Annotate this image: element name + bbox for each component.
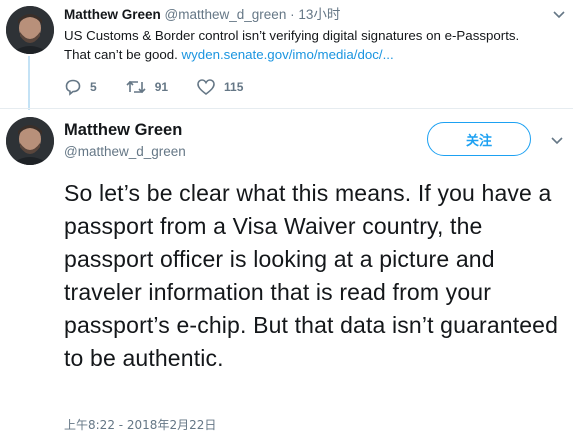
retweet-count: 91	[154, 80, 169, 94]
divider	[0, 108, 573, 109]
tweet-timestamp[interactable]: 上午8:22 - 2018年2月22日	[64, 416, 216, 433]
author-handle[interactable]: @matthew_d_green	[64, 144, 186, 159]
chevron-down-icon[interactable]	[551, 134, 563, 148]
separator: ·	[290, 7, 295, 22]
thread-line	[28, 56, 30, 110]
reply-count: 5	[90, 80, 97, 94]
follow-button[interactable]: 关注	[427, 122, 531, 156]
tweet-actions: 5 91 115	[64, 76, 271, 98]
reply-icon	[65, 79, 81, 96]
tweet-text: So let’s be clear what this means. If yo…	[64, 180, 559, 371]
tweet-time[interactable]: 13小时	[298, 7, 340, 22]
chevron-down-icon[interactable]	[553, 8, 565, 22]
reply-button[interactable]: 5	[64, 78, 97, 96]
like-button[interactable]: 115	[196, 78, 243, 96]
like-icon	[197, 79, 215, 96]
like-count: 115	[224, 80, 244, 94]
author-name[interactable]: Matthew Green	[64, 121, 182, 140]
avatar[interactable]	[6, 6, 54, 54]
retweet-button[interactable]: 91	[125, 78, 168, 96]
tweet-text: US Customs & Border control isn’t verify…	[64, 26, 544, 64]
retweet-icon	[126, 80, 146, 94]
author-name[interactable]: Matthew Green	[64, 7, 161, 22]
author-handle[interactable]: @matthew_d_green	[165, 7, 287, 22]
tweet-link[interactable]: wyden.senate.gov/imo/media/doc/...	[182, 47, 394, 62]
avatar[interactable]	[6, 117, 54, 165]
tweet-header: Matthew Green @matthew_d_green · 13小时	[64, 6, 544, 24]
